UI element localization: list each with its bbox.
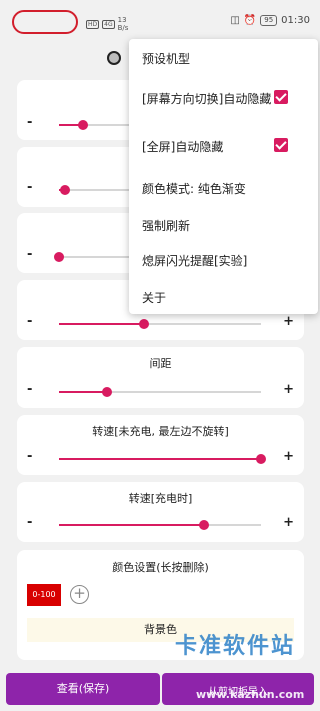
slider-card: 转速[充电时] - + bbox=[17, 482, 304, 542]
slider-thumb[interactable] bbox=[102, 387, 113, 397]
menu-item-orientation-autohide[interactable]: [屏幕方向切换]自动隐藏 bbox=[142, 90, 271, 107]
net-speed-unit: B/s bbox=[117, 24, 129, 32]
increase-button[interactable]: + bbox=[283, 314, 294, 329]
signal-icon: 4G bbox=[102, 19, 115, 29]
slider-title: 间距 bbox=[149, 357, 172, 370]
view-save-button[interactable]: 查看(保存) bbox=[6, 673, 160, 705]
slider-fill bbox=[59, 323, 144, 325]
slider-thumb[interactable] bbox=[60, 185, 71, 195]
orientation-autohide-checkbox[interactable] bbox=[274, 90, 288, 104]
slider-thumb[interactable] bbox=[54, 252, 64, 262]
nfc-icon: ◫ bbox=[230, 15, 240, 26]
increase-button[interactable]: + bbox=[283, 515, 294, 530]
increase-button[interactable]: + bbox=[283, 449, 294, 464]
slider-track[interactable] bbox=[59, 454, 266, 464]
decrease-button[interactable]: - bbox=[27, 180, 32, 195]
menu-item-force-refresh[interactable]: 强制刷新 bbox=[142, 217, 190, 234]
decrease-button[interactable]: - bbox=[27, 515, 32, 530]
decrease-button[interactable]: - bbox=[27, 115, 32, 130]
slider-title: 转速[充电时] bbox=[128, 492, 193, 505]
slider-card: 转速[未充电, 最左边不旋转] - + bbox=[17, 415, 304, 475]
slider-track[interactable] bbox=[59, 319, 261, 329]
network-type: HD bbox=[86, 19, 100, 29]
slider-track[interactable] bbox=[59, 520, 261, 530]
menu-item-preset-model[interactable]: 预设机型 bbox=[142, 50, 190, 67]
decrease-button[interactable]: - bbox=[27, 382, 32, 397]
add-color-icon[interactable]: + bbox=[70, 585, 89, 604]
color-swatch[interactable]: 0-100 bbox=[27, 584, 61, 606]
decrease-button[interactable]: - bbox=[27, 449, 32, 464]
battery-icon: 95 bbox=[260, 15, 278, 26]
watermark-logo: 卡准软件站 bbox=[175, 634, 296, 659]
net-speed: 13 B/s bbox=[118, 16, 129, 32]
slider-title: 转速[未充电, 最左边不旋转] bbox=[92, 425, 229, 438]
slider-thumb[interactable] bbox=[138, 319, 149, 329]
menu-item-about[interactable]: 关于 bbox=[142, 289, 166, 306]
slider-fill bbox=[59, 391, 108, 393]
status-bar: HD 4G 13 B/s ◫ ⏰ 95 01:30 bbox=[0, 0, 320, 42]
slider-card: 间距 - + bbox=[17, 347, 304, 408]
fullscreen-autohide-checkbox[interactable] bbox=[274, 138, 288, 152]
net-speed-value: 13 bbox=[117, 16, 127, 24]
color-settings-title: 颜色设置(长按删除) bbox=[112, 561, 209, 574]
slider-track[interactable] bbox=[59, 387, 261, 397]
preview-dot[interactable] bbox=[107, 51, 121, 65]
alarm-icon: ⏰ bbox=[243, 15, 257, 26]
increase-button[interactable]: + bbox=[283, 382, 294, 397]
status-left: HD 4G 13 B/s bbox=[86, 16, 128, 32]
menu-item-screen-off-flash[interactable]: 熄屏闪光提醒[实验] bbox=[142, 252, 247, 269]
status-right: ◫ ⏰ 95 01:30 bbox=[230, 15, 310, 26]
decrease-button[interactable]: - bbox=[27, 247, 32, 262]
menu-item-fullscreen-autohide[interactable]: [全屏]自动隐藏 bbox=[142, 138, 223, 155]
watermark-url: www.kazhun.com bbox=[196, 688, 305, 701]
options-menu: 预设机型 [屏幕方向切换]自动隐藏 [全屏]自动隐藏 颜色模式: 纯色渐变 强制… bbox=[129, 39, 318, 314]
menu-item-color-mode[interactable]: 颜色模式: 纯色渐变 bbox=[142, 180, 246, 197]
slider-fill bbox=[59, 524, 205, 526]
decrease-button[interactable]: - bbox=[27, 314, 32, 329]
slider-fill bbox=[59, 458, 261, 460]
camera-cutout-marker bbox=[12, 10, 78, 34]
slider-thumb[interactable] bbox=[256, 454, 266, 464]
slider-thumb[interactable] bbox=[78, 120, 89, 130]
slider-thumb[interactable] bbox=[199, 520, 210, 530]
clock: 01:30 bbox=[281, 15, 310, 26]
